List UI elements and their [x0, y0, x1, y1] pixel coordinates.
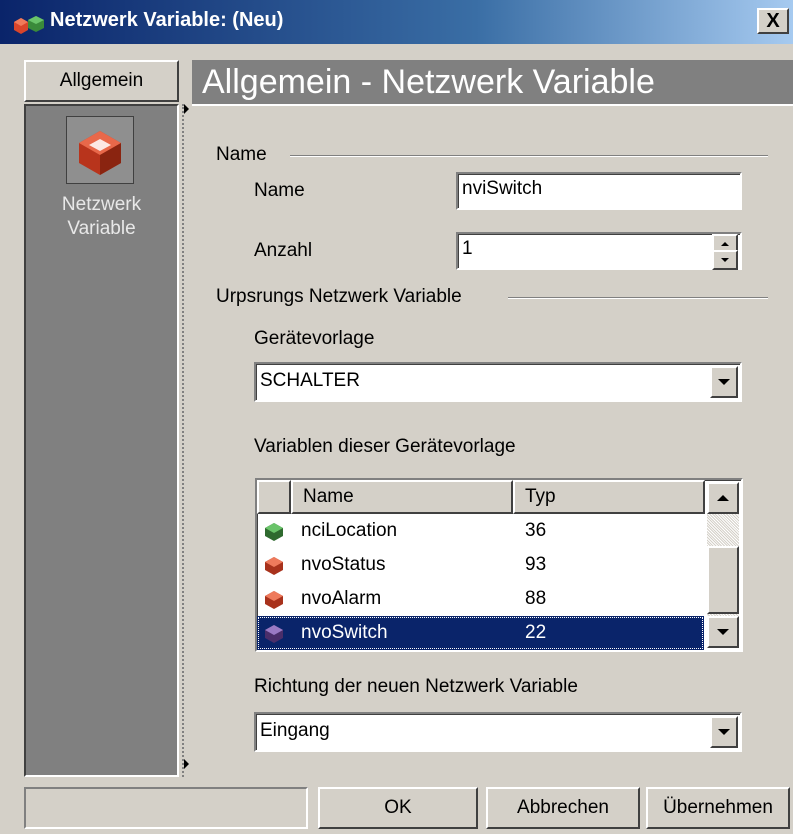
count-label: Anzahl	[254, 240, 313, 261]
name-group-title: Name	[216, 144, 267, 165]
status-box	[24, 787, 308, 829]
template-dropdown-button[interactable]	[710, 366, 738, 398]
scroll-up-button[interactable]	[707, 482, 739, 514]
list-item-selected[interactable]: nvoSwitch 22	[257, 616, 704, 650]
direction-dropdown[interactable]: Eingang	[254, 712, 742, 752]
name-field-value: nviSwitch	[462, 178, 543, 199]
column-header-icon[interactable]	[257, 480, 291, 514]
list-item[interactable]: nciLocation 36	[257, 514, 704, 548]
button-bar: OK Abbrechen Übernehmen	[0, 777, 793, 834]
scroll-down-icon	[717, 629, 729, 635]
splitter-arrow-top-icon	[184, 104, 189, 114]
ok-button[interactable]: OK	[318, 787, 478, 829]
window-title: Netzwerk Variable: (Neu)	[50, 9, 284, 31]
scroll-down-button[interactable]	[707, 616, 739, 648]
name-group-divider	[290, 155, 768, 157]
network-variable-icon	[66, 116, 134, 184]
content-panel: Name Name nviSwitch Anzahl 1 Urpsrungs N…	[192, 104, 793, 777]
apply-button[interactable]: Übernehmen	[646, 787, 790, 829]
direction-value: Eingang	[260, 720, 330, 741]
network-variable-app-icon	[14, 16, 44, 34]
name-label: Name	[254, 180, 305, 201]
sidebar-item-label-line2: Variable	[67, 218, 136, 239]
row-name: nciLocation	[301, 520, 398, 541]
row-typ: 22	[525, 622, 547, 643]
chevron-down-icon	[718, 379, 730, 385]
network-variable-green-icon	[265, 523, 283, 541]
spin-up-icon	[721, 242, 729, 246]
count-value: 1	[462, 238, 473, 259]
row-typ: 93	[525, 554, 547, 575]
count-decrement-button[interactable]	[712, 250, 738, 270]
variables-label: Variablen dieser Gerätevorlage	[254, 436, 516, 457]
page-title: Allgemein - Netzwerk Variable	[192, 60, 793, 104]
splitter-arrow-bottom-icon	[184, 759, 189, 769]
splitter[interactable]	[182, 104, 190, 777]
tab-allgemein[interactable]: Allgemein	[24, 60, 179, 102]
row-typ: 88	[525, 588, 547, 609]
direction-dropdown-button[interactable]	[710, 716, 738, 748]
list-scrollbar[interactable]	[707, 482, 739, 648]
name-field[interactable]: nviSwitch	[456, 172, 742, 210]
variables-list[interactable]: Name Typ nciLocation 36 nvoStatus 93 nvo…	[255, 478, 743, 652]
chevron-down-icon	[718, 729, 730, 735]
cancel-button[interactable]: Abbrechen	[486, 787, 640, 829]
sidebar-item-label-line1: Netzwerk	[61, 194, 142, 215]
scroll-up-icon	[717, 495, 729, 501]
template-value: SCHALTER	[260, 370, 360, 391]
network-variable-red-icon	[265, 557, 283, 575]
row-name: nvoStatus	[301, 554, 386, 575]
sidebar-panel: Netzwerk Variable	[24, 104, 179, 777]
column-header-typ[interactable]: Typ	[513, 480, 705, 514]
spin-down-icon	[721, 258, 729, 262]
network-variable-red-icon	[265, 591, 283, 609]
network-variable-purple-icon	[265, 625, 283, 643]
column-header-name[interactable]: Name	[291, 480, 513, 514]
row-name: nvoAlarm	[301, 588, 382, 609]
row-typ: 36	[525, 520, 547, 541]
close-button[interactable]: X	[757, 8, 789, 34]
list-item[interactable]: nvoStatus 93	[257, 548, 704, 582]
list-item[interactable]: nvoAlarm 88	[257, 582, 704, 616]
scroll-thumb[interactable]	[707, 546, 739, 614]
direction-label: Richtung der neuen Netzwerk Variable	[254, 676, 578, 697]
template-dropdown[interactable]: SCHALTER	[254, 362, 742, 402]
template-label: Gerätevorlage	[254, 328, 375, 349]
title-bar[interactable]: Netzwerk Variable: (Neu) X	[0, 0, 793, 44]
row-name: nvoSwitch	[301, 622, 388, 643]
source-group-divider	[508, 297, 768, 299]
count-stepper[interactable]: 1	[456, 232, 742, 270]
source-group-title: Urpsrungs Netzwerk Variable	[216, 286, 462, 307]
